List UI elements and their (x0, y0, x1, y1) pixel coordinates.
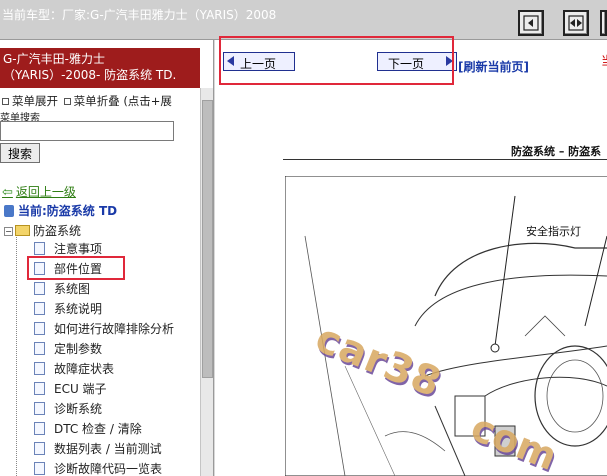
document-icon (34, 302, 45, 315)
collapse-box-icon (63, 97, 71, 105)
menu-hint: (点击+展 (123, 94, 172, 108)
expand-split-button[interactable] (563, 10, 589, 36)
vehicle-label: 当前车型：厂家:G-广汽丰田雅力士（YARIS）2008 (2, 8, 277, 22)
tree-item-label: 数据列表 / 当前测试 (54, 442, 162, 456)
panel-header: G-广汽丰田-雅力士 （YARIS）-2008- 防盗系统 TD. (0, 48, 200, 88)
search-input[interactable] (0, 121, 174, 141)
prev-page-button[interactable]: 上一页 (223, 52, 295, 71)
current-node-label: 当前:防盗系统 TD (18, 204, 118, 218)
next-page-button[interactable]: 下一页 (377, 52, 457, 71)
back-link[interactable]: ⇦ 返回上一级 (2, 183, 76, 200)
menu-operations: 菜单展开 菜单折叠 (点击+展 (0, 93, 172, 109)
expand-box-icon (2, 97, 9, 105)
tree-guide-line (16, 233, 28, 476)
tree-item-selected[interactable]: 部件位置 (34, 259, 213, 279)
tree-item-label: 部件位置 (54, 262, 103, 276)
tree-item[interactable]: 故障症状表 (34, 359, 213, 379)
document-icon (34, 402, 45, 415)
document-icon (34, 382, 45, 395)
refresh-page-link[interactable]: [刷新当前页] (458, 58, 529, 75)
document-icon (34, 242, 45, 255)
collapse-left-button[interactable] (518, 10, 544, 36)
tree-items: 注意事项 部件位置 系统图 系统说明 如何进行故障排除分析 定制参数 故障症状表… (34, 239, 213, 476)
tree-item[interactable]: 系统图 (34, 279, 213, 299)
top-bar: 当前车型：厂家:G-广汽丰田雅力士（YARIS）2008 (0, 0, 607, 40)
tree-item[interactable]: 注意事项 (34, 239, 213, 259)
folder-icon (15, 225, 30, 236)
app-window: 当前车型：厂家:G-广汽丰田雅力士（YARIS）2008 G-广汽丰田-雅力士 … (0, 0, 607, 476)
left-arrow-icon (227, 56, 234, 66)
document-icon (34, 282, 45, 295)
tree-item[interactable]: 诊断系统 (34, 399, 213, 419)
left-panel: G-广汽丰田-雅力士 （YARIS）-2008- 防盗系统 TD. 菜单展开 菜… (0, 40, 214, 476)
split-view-icon (568, 15, 584, 31)
tree-folder-label: 防盗系统 (33, 224, 82, 238)
tree-item[interactable]: ECU 端子 (34, 379, 213, 399)
tree-item-label: 注意事项 (54, 242, 103, 256)
tree-item-label: 故障症状表 (54, 362, 115, 376)
left-scrollbar[interactable] (200, 88, 213, 476)
search-button[interactable]: 搜索 (0, 143, 40, 163)
tree-item[interactable]: 如何进行故障排除分析 (34, 319, 213, 339)
clipped-text: 当 (601, 52, 607, 69)
document-icon (34, 262, 45, 275)
document-icon (34, 442, 45, 455)
panel-toggle-icon (523, 15, 539, 31)
current-node: 当前:防盗系统 TD (4, 202, 117, 219)
page-nav-bar: 上一页 下一页 [刷新当前页] 当 (215, 40, 607, 78)
header-line-1: G-广汽丰田-雅力士 (3, 52, 105, 66)
tree-item-label: DTC 检查 / 清除 (54, 422, 142, 436)
tree-item[interactable]: 定制参数 (34, 339, 213, 359)
back-link-label: 返回上一级 (15, 185, 76, 199)
tree-toggle-icon[interactable]: − (4, 227, 13, 236)
document-icon (34, 422, 45, 435)
tree-item-label: 定制参数 (54, 342, 103, 356)
back-arrow-icon: ⇦ (2, 185, 13, 200)
tree-folder[interactable]: − 防盗系统 (4, 222, 81, 239)
document-icon (34, 362, 45, 375)
tree-item-label: ECU 端子 (54, 382, 107, 396)
tree-item[interactable]: 诊断故障代码一览表 (34, 459, 213, 476)
document-icon (34, 342, 45, 355)
tree-item-label: 如何进行故障排除分析 (54, 322, 175, 336)
doc-rule (283, 159, 607, 160)
tree-item[interactable]: DTC 检查 / 清除 (34, 419, 213, 439)
menu-collapse-link[interactable]: 菜单折叠 (74, 94, 120, 108)
tree-item-label: 系统说明 (54, 302, 103, 316)
tree-item-label: 诊断系统 (54, 402, 103, 416)
header-line-2: （YARIS）-2008- 防盗系统 TD. (3, 68, 177, 82)
tree-item-label: 诊断故障代码一览表 (54, 462, 163, 476)
document-icon (34, 462, 45, 475)
extra-toolbar-button[interactable] (600, 10, 607, 36)
scrollbar-thumb[interactable] (202, 100, 213, 378)
tree-item[interactable]: 数据列表 / 当前测试 (34, 439, 213, 459)
menu-expand-link[interactable]: 菜单展开 (12, 94, 58, 108)
tree-item[interactable]: 系统说明 (34, 299, 213, 319)
indicator-lamp-label: 安全指示灯 (526, 225, 581, 238)
document-icon (34, 322, 45, 335)
doc-title: 防盗系统 – 防盗系 (511, 145, 602, 158)
tree-item-label: 系统图 (54, 282, 91, 296)
content-panel: 上一页 下一页 [刷新当前页] 当 防盗系统 – 防盗系 安全指 (215, 40, 607, 476)
right-arrow-icon (446, 56, 453, 66)
book-icon (4, 205, 14, 217)
